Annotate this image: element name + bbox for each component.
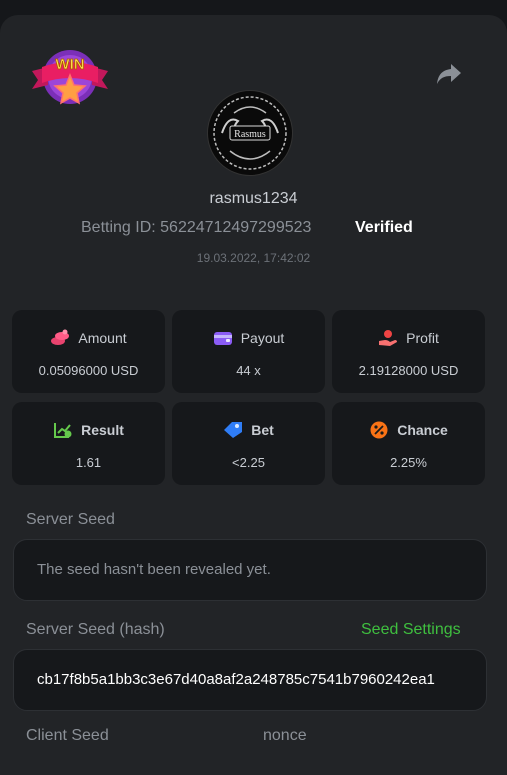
nonce-label: nonce [263,727,307,744]
percent-icon [369,420,389,440]
win-badge-text: WIN [55,56,84,73]
client-seed-label: Client Seed [26,727,109,744]
server-seed-label: Server Seed [26,511,115,528]
wallet-icon [213,328,233,348]
profit-label: Profit [406,330,439,346]
chance-label: Chance [397,422,448,438]
amount-label: Amount [78,330,127,346]
server-seed-value: The seed hasn't been revealed yet. [37,561,271,578]
ticket-icon [223,420,243,440]
chance-card: Chance 2.25% [332,402,485,485]
bet-value: <2.25 [232,455,265,470]
avatar-logo-icon: Rasmus [213,96,287,170]
hand-coin-icon [378,328,398,348]
result-card: Result 1.61 [12,402,165,485]
server-seed-hash-value: cb17f8b5a1bb3c3e67d40a8af2a248785c7541b7… [37,671,435,688]
server-seed-hash-label: Server Seed (hash) [26,621,165,638]
payout-label: Payout [240,330,285,346]
profit-card: Profit 2.19128000 USD [332,310,485,393]
server-seed-field[interactable]: The seed hasn't been revealed yet. [13,539,487,601]
avatar-text: Rasmus [234,129,266,140]
amount-value: 0.05096000 USD [38,363,139,378]
chance-value: 2.25% [390,455,427,470]
result-label: Result [81,422,124,438]
coins-icon [50,328,70,348]
bet-card: Bet <2.25 [172,402,325,485]
verified-badge: Verified [355,219,413,236]
amount-card: Amount 0.05096000 USD [12,310,165,393]
server-seed-hash-field[interactable]: cb17f8b5a1bb3c3e67d40a8af2a248785c7541b7… [13,649,487,711]
profit-value: 2.19128000 USD [358,363,459,378]
payout-card: Payout 44 x [172,310,325,393]
share-icon[interactable] [436,63,462,85]
win-badge-icon: WIN [32,50,108,105]
payout-value: 44 x [236,363,261,378]
result-value: 1.61 [75,455,102,470]
chart-check-icon [53,420,73,440]
betting-id: Betting ID: 56224712497299523 [81,219,312,236]
avatar: Rasmus [207,90,293,176]
bet-label: Bet [251,422,274,438]
seed-settings-link[interactable]: Seed Settings [361,621,461,639]
bet-datetime: 19.03.2022, 17:42:02 [196,251,311,265]
username: rasmus1234 [209,190,298,207]
